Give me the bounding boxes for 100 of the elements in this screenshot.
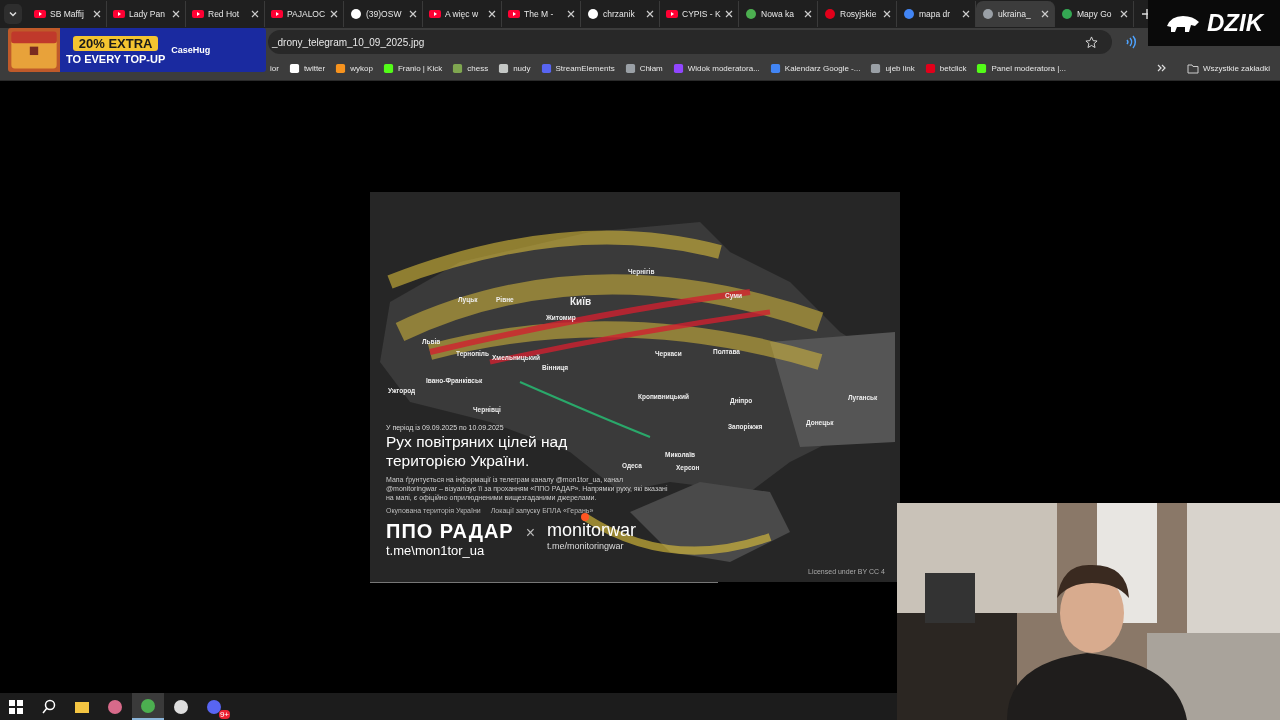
address-bar[interactable]: _drony_telegram_10_09_2025.jpg <box>268 30 1112 54</box>
site-icon <box>982 8 994 20</box>
site-icon <box>624 62 636 74</box>
windows-icon <box>8 698 24 715</box>
browser-tab[interactable]: CYPIS - K <box>660 1 739 27</box>
site-icon <box>540 62 552 74</box>
browser-tab[interactable]: (39)OSW <box>344 1 423 27</box>
app-icon <box>107 698 123 715</box>
star-icon[interactable] <box>1085 35 1098 49</box>
site-icon <box>924 62 936 74</box>
browser-tab[interactable]: PAJALOC <box>265 1 344 27</box>
play-icon <box>113 8 125 20</box>
tab-title: Nowa ka <box>761 9 796 19</box>
site-icon <box>587 8 599 20</box>
bookmark[interactable]: twitter <box>288 62 326 74</box>
site-icon <box>288 62 300 74</box>
close-icon[interactable] <box>725 10 733 18</box>
bookmark[interactable]: nudy <box>498 62 531 74</box>
site-icon <box>903 8 915 20</box>
chevron-down-icon <box>8 9 18 19</box>
tab-title: ukraina_ <box>998 9 1032 19</box>
play-icon <box>192 8 204 20</box>
chevrons-icon[interactable] <box>1156 63 1167 73</box>
play-icon <box>34 8 46 20</box>
play-icon <box>429 8 441 20</box>
close-icon[interactable] <box>883 10 891 18</box>
ad-brand: CaseHug <box>171 45 211 55</box>
close-icon[interactable] <box>251 10 259 18</box>
browser-tab[interactable]: Nowa ka <box>739 1 818 27</box>
close-icon[interactable] <box>93 10 101 18</box>
browser-tab[interactable]: Red Hot <box>186 1 265 27</box>
browser-tab[interactable]: Mapy Go <box>1055 1 1134 27</box>
bookmark[interactable]: wykop <box>335 62 373 74</box>
site-icon <box>769 62 781 74</box>
close-icon[interactable] <box>330 10 338 18</box>
site-icon <box>824 8 836 20</box>
close-icon[interactable] <box>488 10 496 18</box>
browser-tab[interactable]: Rosyjskie <box>818 1 897 27</box>
browser-tab[interactable]: Lady Pan <box>107 1 186 27</box>
bookmark[interactable]: betclick <box>924 62 967 74</box>
browser-tab[interactable]: chrzanik <box>581 1 660 27</box>
tab-title: Mapy Go <box>1077 9 1113 19</box>
close-icon[interactable] <box>172 10 180 18</box>
url-text: _drony_telegram_10_09_2025.jpg <box>272 36 426 48</box>
bookmark[interactable]: chess <box>452 62 489 74</box>
close-icon[interactable] <box>1120 10 1128 18</box>
taskbar-button[interactable]: 9+ <box>198 693 230 720</box>
bookmark[interactable]: Franio | Kick <box>382 62 443 74</box>
site-icon <box>350 8 362 20</box>
browser-tab[interactable]: The M - <box>502 1 581 27</box>
tab-title: CYPIS - K <box>682 9 721 19</box>
bookmark[interactable]: Widok moderatora... <box>672 62 760 74</box>
site-icon <box>382 62 394 74</box>
app-icon <box>140 697 156 714</box>
site-icon <box>870 62 882 74</box>
close-icon[interactable] <box>1041 10 1049 18</box>
tab-title: Lady Pan <box>129 9 166 19</box>
close-icon[interactable] <box>804 10 812 18</box>
tab-title: SB Maffij <box>50 9 85 19</box>
tab-title: (39)OSW <box>366 9 403 19</box>
bookmark[interactable]: Panel moderatora |... <box>976 62 1066 74</box>
site-icon <box>976 62 988 74</box>
play-icon <box>271 8 283 20</box>
folder-icon <box>1186 62 1199 74</box>
app-icon <box>206 698 222 715</box>
bookmark[interactable]: Chłam <box>624 62 663 74</box>
stream-logo: DZIK <box>1148 0 1280 46</box>
ad-headline: 20% EXTRA <box>72 35 159 51</box>
play-icon <box>508 8 520 20</box>
browser-tab[interactable]: ukraina_ <box>976 1 1055 27</box>
search-icon <box>41 698 57 715</box>
site-icon <box>335 62 347 74</box>
tab-title: The M - <box>524 9 555 19</box>
close-icon[interactable] <box>962 10 970 18</box>
bookmark[interactable]: ujeb link <box>870 62 915 74</box>
tab-title: A więc w <box>445 9 480 19</box>
bookmark[interactable]: StreamElements <box>540 62 615 74</box>
tab-title: Red Hot <box>208 9 241 19</box>
site-icon <box>745 8 757 20</box>
bookmark[interactable]: Wszystkie zakładki <box>1186 62 1270 74</box>
site-icon <box>452 62 464 74</box>
tab-title: PAJALOC <box>287 9 326 19</box>
site-icon <box>1061 8 1073 20</box>
bookmark[interactable]: Kalendarz Google -... <box>769 62 861 74</box>
app-icon <box>173 698 189 715</box>
tab-title: mapa dr <box>919 9 952 19</box>
bookmark[interactable]: ior <box>270 63 279 73</box>
close-icon[interactable] <box>646 10 654 18</box>
site-icon <box>498 62 510 74</box>
ad-banner[interactable]: 20% EXTRA TO EVERY TOP-UP CaseHug <box>8 28 266 72</box>
tab-title: Rosyjskie <box>840 9 878 19</box>
tab-title: chrzanik <box>603 9 636 19</box>
tab-search-button[interactable] <box>4 4 22 24</box>
play-icon <box>666 8 678 20</box>
close-icon[interactable] <box>567 10 575 18</box>
browser-tab[interactable]: SB Maffij <box>28 1 107 27</box>
site-icon <box>672 62 684 74</box>
browser-tab[interactable]: A więc w <box>423 1 502 27</box>
close-icon[interactable] <box>409 10 417 18</box>
notification-badge: 9+ <box>218 710 230 719</box>
